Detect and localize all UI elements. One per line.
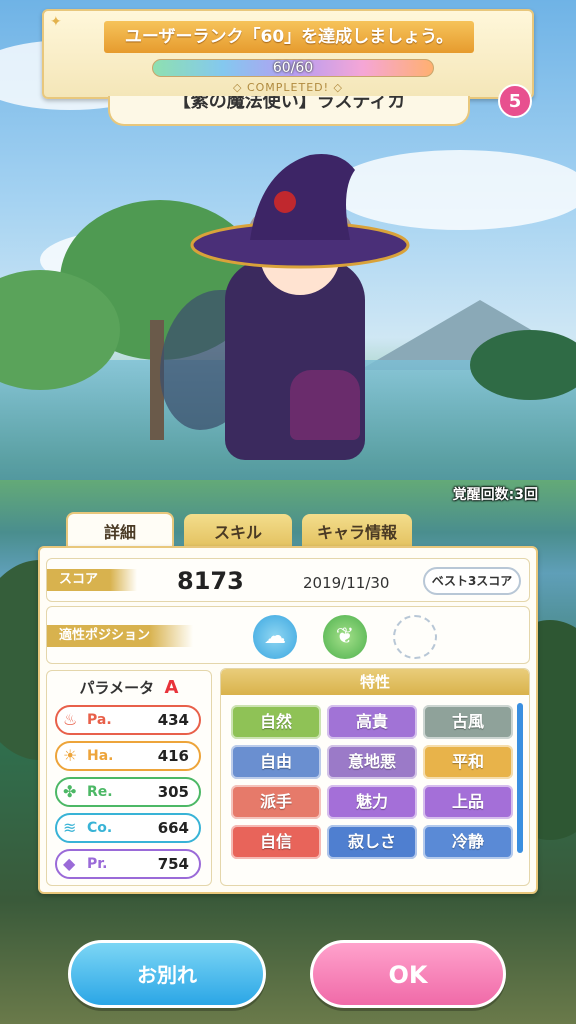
ok-button[interactable]: OK [310,940,506,1008]
parameters-title: パラメータ A [79,677,179,698]
traits-title: 特性 [221,669,529,695]
trait-chip[interactable]: 平和 [423,745,513,779]
parameter-value: 434 [157,711,189,729]
parameter-name: Re. [87,784,113,800]
score-row: スコア 8173 2019/11/30 ベスト3スコア [46,558,530,602]
parameter-value: 305 [157,783,189,801]
parameter-name: Pr. [87,856,108,872]
parameter-row-pr: ◆ Pr. 754 [55,849,201,879]
notification-badge[interactable]: 5 [498,84,532,118]
awakening-count: 覚醒回数:3回 [452,487,538,503]
quest-progress-text: 60/60 [272,60,314,76]
traits-box: 特性 自然 高貴 古風自由 意地悪 平和派手 魅力 上品自信 寂しさ 冷静 [220,668,530,886]
flame-icon: ♨ [63,710,78,729]
star-icon: ✦ [50,14,62,30]
parameters-box: パラメータ A ♨ Pa. 434 ☀ Ha. 416 ✤ Re. 305 ≋ Co. 664 ◆ Pr.… [46,670,212,886]
cloud-position-icon[interactable]: ☁ [253,615,297,659]
parameter-name: Co. [87,820,113,836]
diamond-icon: ◆ [63,854,76,873]
trait-chip[interactable]: 派手 [231,785,321,819]
parameter-row-co: ≋ Co. 664 [55,813,201,843]
empty-position-slot[interactable] [393,615,437,659]
position-label: 適性ポジション [47,625,193,647]
position-row: 適性ポジション ☁ ❦ [46,606,530,664]
score-label: スコア [47,569,137,591]
cage-icon [290,370,360,440]
trait-chip[interactable]: 自由 [231,745,321,779]
witch-hat-icon [190,154,410,269]
trait-chip[interactable]: 寂しさ [327,825,417,859]
trait-chip[interactable]: 古風 [423,705,513,739]
trait-chip[interactable]: 上品 [423,785,513,819]
quest-progress-bar: 60/60 [152,59,434,77]
quest-banner: ✦ ユーザーランク「60」を達成しましょう。 60/60 ◇ COMPLETED… [42,9,534,99]
clover-icon: ✤ [63,782,77,801]
traits-scrollbar[interactable] [517,703,523,853]
best3-score-button[interactable]: ベスト3スコア [423,567,521,595]
quest-title: ユーザーランク「60」を達成しましょう。 [104,21,474,53]
parameter-row-pa: ♨ Pa. 434 [55,705,201,735]
character-name: 【紫の魔法使い】ラスティカ [172,96,406,112]
trait-chip[interactable]: 自信 [231,825,321,859]
sun-icon: ☀ [63,746,78,765]
trait-chip[interactable]: 冷静 [423,825,513,859]
quest-completed-label: ◇ COMPLETED! ◇ [232,81,344,94]
trait-chip[interactable]: 高貴 [327,705,417,739]
parameters-rank: A [164,677,179,698]
leaf-position-icon[interactable]: ❦ [323,615,367,659]
wind-icon: ≋ [63,818,77,837]
character-name-plate: 【紫の魔法使い】ラスティカ [108,96,470,126]
trait-chip[interactable]: 意地悪 [327,745,417,779]
parameter-name: Ha. [87,748,114,764]
details-panel: スコア 8173 2019/11/30 ベスト3スコア 適性ポジション ☁ ❦ … [38,546,538,894]
parameter-value: 664 [157,819,189,837]
parameter-value: 754 [157,855,189,873]
parameter-row-ha: ☀ Ha. 416 [55,741,201,771]
farewell-button[interactable]: お別れ [68,940,266,1008]
parameter-row-re: ✤ Re. 305 [55,777,201,807]
score-value: 8173 [177,567,244,595]
character-sprite[interactable] [160,130,420,480]
trait-chip[interactable]: 自然 [231,705,321,739]
score-date: 2019/11/30 [303,574,390,592]
trait-chip[interactable]: 魅力 [327,785,417,819]
parameter-value: 416 [157,747,189,765]
parameter-name: Pa. [87,712,112,728]
